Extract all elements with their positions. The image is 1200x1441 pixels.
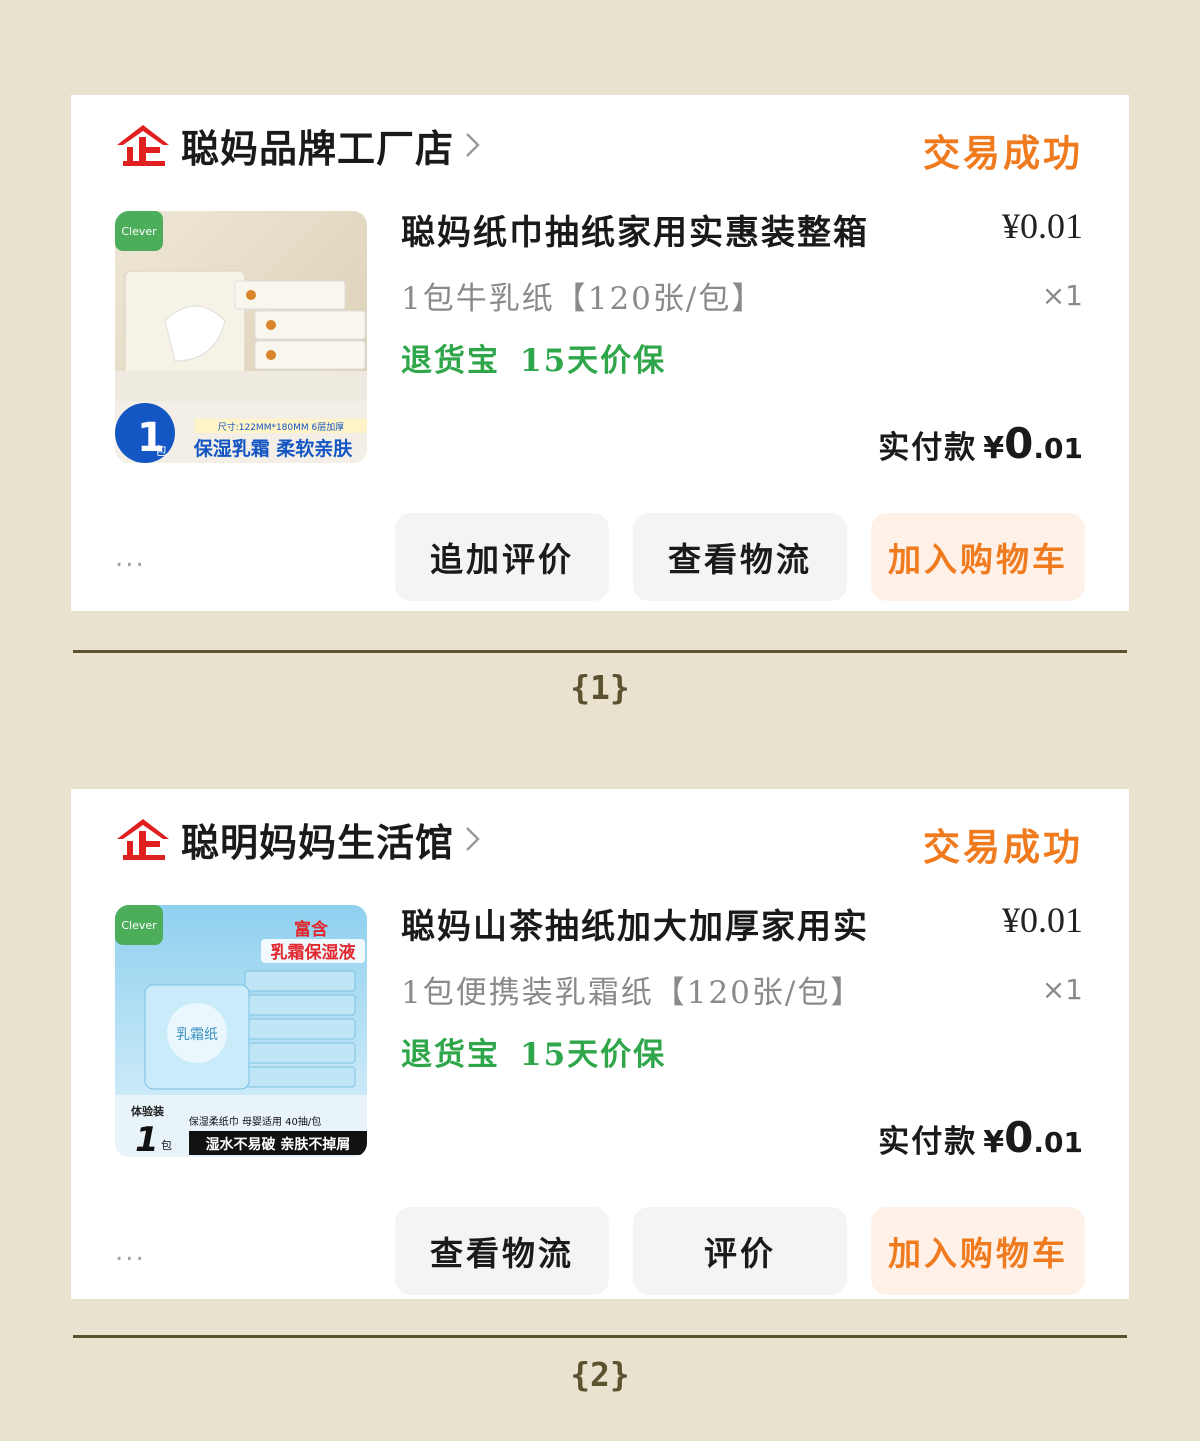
svg-text:保湿乳霜 柔软亲肤: 保湿乳霜 柔软亲肤 [193,437,354,460]
product-quantity: ×1 [1041,973,1083,1006]
order-status: 交易成功 [923,131,1083,175]
product-spec: 1包牛乳纸【120张/包】 [401,281,765,317]
paid-amount: 实付款 ¥ 0 .01 [878,419,1083,468]
add-to-cart-button[interactable]: 加入购物车 [871,1207,1085,1295]
product-quantity: ×1 [1041,279,1083,312]
product-title[interactable]: 聪妈纸巾抽纸家用实惠装整箱 [401,205,869,254]
enterprise-store-icon [117,819,169,860]
enterprise-store-icon [117,125,169,166]
svg-text:Clever: Clever [121,919,157,932]
section-caption: {1} [570,668,630,707]
svg-text:体验装: 体验装 [131,1104,164,1118]
view-logistics-button[interactable]: 查看物流 [395,1207,609,1295]
more-options[interactable]: ... [115,543,146,573]
service-tags: 退货宝 15天价保 [401,1029,666,1074]
product-image[interactable]: Clever 富含 乳霜保湿液 乳霜纸 体验装 1 包 保湿柔纸巾 母婴适用 4… [115,905,367,1157]
order-status: 交易成功 [923,825,1083,869]
product-title[interactable]: 聪妈山茶抽纸加大加厚家用实 [401,899,869,948]
section-divider [73,650,1127,653]
shop-header[interactable]: 聪明妈妈生活馆 [115,817,482,865]
add-to-cart-button[interactable]: 加入购物车 [871,513,1085,601]
product-price: ¥0.01 [1002,206,1083,246]
shop-name[interactable]: 聪妈品牌工厂店 [181,118,454,173]
tag-price-protect: 15天价保 [520,1037,667,1073]
chevron-right-icon [466,827,480,851]
svg-text:湿水不易破 亲肤不掉屑: 湿水不易破 亲肤不掉屑 [206,1136,351,1153]
order-card-2: 聪明妈妈生活馆 交易成功 Clever 富含 乳霜保湿液 乳霜纸 体验装 1 包… [71,789,1129,1299]
more-options[interactable]: ... [115,1237,146,1267]
paid-label: 实付款 [878,430,978,466]
svg-text:Clever: Clever [121,225,157,238]
chevron-right-icon [466,133,480,157]
review-button[interactable]: 评价 [633,1207,847,1295]
order-card-1: 聪妈品牌工厂店 交易成功 Clever 1 包 尺寸:122MM*180MM 6… [71,95,1129,611]
svg-text:包: 包 [161,1139,172,1152]
view-logistics-button[interactable]: 查看物流 [633,513,847,601]
product-spec: 1包便携装乳霜纸【120张/包】 [401,975,864,1011]
svg-text:乳霜纸: 乳霜纸 [176,1027,218,1043]
paid-label: 实付款 [878,1124,978,1160]
svg-text:1: 1 [135,1120,159,1157]
svg-text:包: 包 [155,444,167,458]
paid-amount: 实付款 ¥ 0 .01 [878,1113,1083,1162]
service-tags: 退货宝 15天价保 [401,335,666,380]
svg-text:保湿柔纸巾 母婴适用 40抽/包: 保湿柔纸巾 母婴适用 40抽/包 [189,1115,321,1128]
tag-price-protect: 15天价保 [520,343,667,379]
product-price: ¥0.01 [1002,900,1083,940]
add-review-button[interactable]: 追加评价 [395,513,609,601]
svg-text:尺寸:122MM*180MM 6层加厚: 尺寸:122MM*180MM 6层加厚 [218,421,345,433]
section-caption: {2} [570,1355,630,1394]
shop-header[interactable]: 聪妈品牌工厂店 [115,123,482,171]
tag-return-insurance: 退货宝 [401,343,500,379]
svg-text:乳霜保湿液: 乳霜保湿液 [271,942,356,963]
product-image[interactable]: Clever 1 包 尺寸:122MM*180MM 6层加厚 保湿乳霜 柔软亲肤 [115,211,367,463]
shop-name[interactable]: 聪明妈妈生活馆 [181,812,454,867]
section-divider [73,1335,1127,1338]
svg-text:富含: 富含 [294,919,329,940]
tag-return-insurance: 退货宝 [401,1037,500,1073]
